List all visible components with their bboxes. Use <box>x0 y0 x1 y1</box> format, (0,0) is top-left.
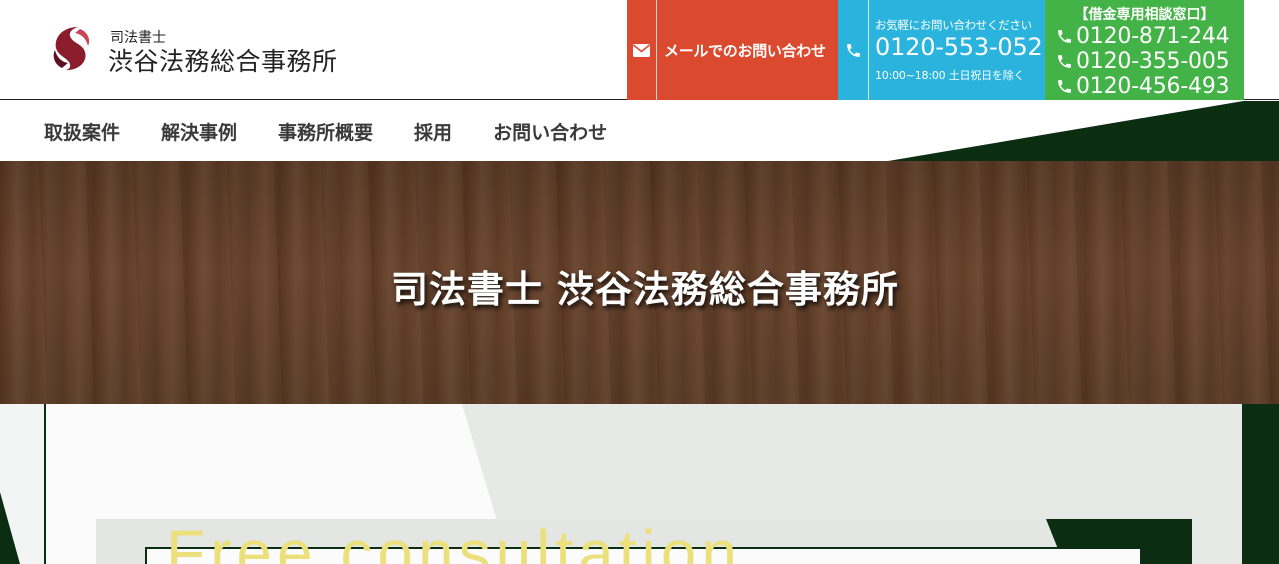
nav-items: 取扱案件 解決事例 事務所概要 採用 お問い合わせ <box>44 101 648 161</box>
nav-item-results[interactable]: 解決事例 <box>161 118 237 145</box>
hero-banner: 司法書士 渋谷法務総合事務所 <box>0 161 1279 404</box>
mail-button-label: メールでのお問い合わせ <box>664 41 826 60</box>
debt-phone-number: 0120-456-493 <box>1076 74 1230 99</box>
nav-item-recruit[interactable]: 採用 <box>414 118 452 145</box>
tel-hours: 10:00~18:00 土日祝日を除く <box>875 69 1025 83</box>
hero-title: 司法書士 渋谷法務総合事務所 <box>391 267 899 311</box>
main-nav: 取扱案件 解決事例 事務所概要 採用 お問い合わせ <box>0 101 1279 161</box>
free-consultation-heading: Free consultation <box>166 517 742 564</box>
site-header: 司法書士 渋谷法務総合事務所 メールでのお問い合わせ お気軽にお問い合わせくださ… <box>0 0 1279 100</box>
nav-item-office[interactable]: 事務所概要 <box>278 118 373 145</box>
consultation-section: Free consultation <box>0 404 1279 564</box>
debt-title: 【借金専用相談窓口】 <box>1074 7 1215 23</box>
logo-icon[interactable] <box>48 24 96 72</box>
debt-phone-number: 0120-355-005 <box>1076 49 1230 74</box>
tel-icon-container <box>838 0 869 100</box>
phone-icon <box>1058 30 1071 43</box>
phone-icon <box>1058 55 1071 68</box>
tel-body: お気軽にお問い合わせください 0120-553-052 10:00~18:00 … <box>869 0 1043 100</box>
tel-caption: お気軽にお問い合わせください <box>875 18 1032 32</box>
debt-phone-1[interactable]: 0120-871-244 <box>1045 24 1244 49</box>
debt-consultation-box: 【借金専用相談窓口】 0120-871-244 0120-355-005 012… <box>1045 0 1244 100</box>
phone-icon <box>846 43 860 57</box>
tel-number[interactable]: 0120-553-052 <box>875 34 1043 60</box>
nav-item-cases[interactable]: 取扱案件 <box>44 118 120 145</box>
brand-name[interactable]: 渋谷法務総合事務所 <box>108 42 338 78</box>
envelope-icon <box>633 43 650 57</box>
tel-contact[interactable]: お気軽にお問い合わせください 0120-553-052 10:00~18:00 … <box>838 0 1045 100</box>
mail-icon-container <box>627 0 657 100</box>
debt-phone-2[interactable]: 0120-355-005 <box>1045 49 1244 74</box>
mail-contact-button[interactable]: メールでのお問い合わせ <box>627 0 838 100</box>
debt-phone-number: 0120-871-244 <box>1076 24 1230 49</box>
phone-icon <box>1058 80 1071 93</box>
debt-phone-3[interactable]: 0120-456-493 <box>1045 74 1244 99</box>
nav-item-contact[interactable]: お問い合わせ <box>493 118 607 145</box>
